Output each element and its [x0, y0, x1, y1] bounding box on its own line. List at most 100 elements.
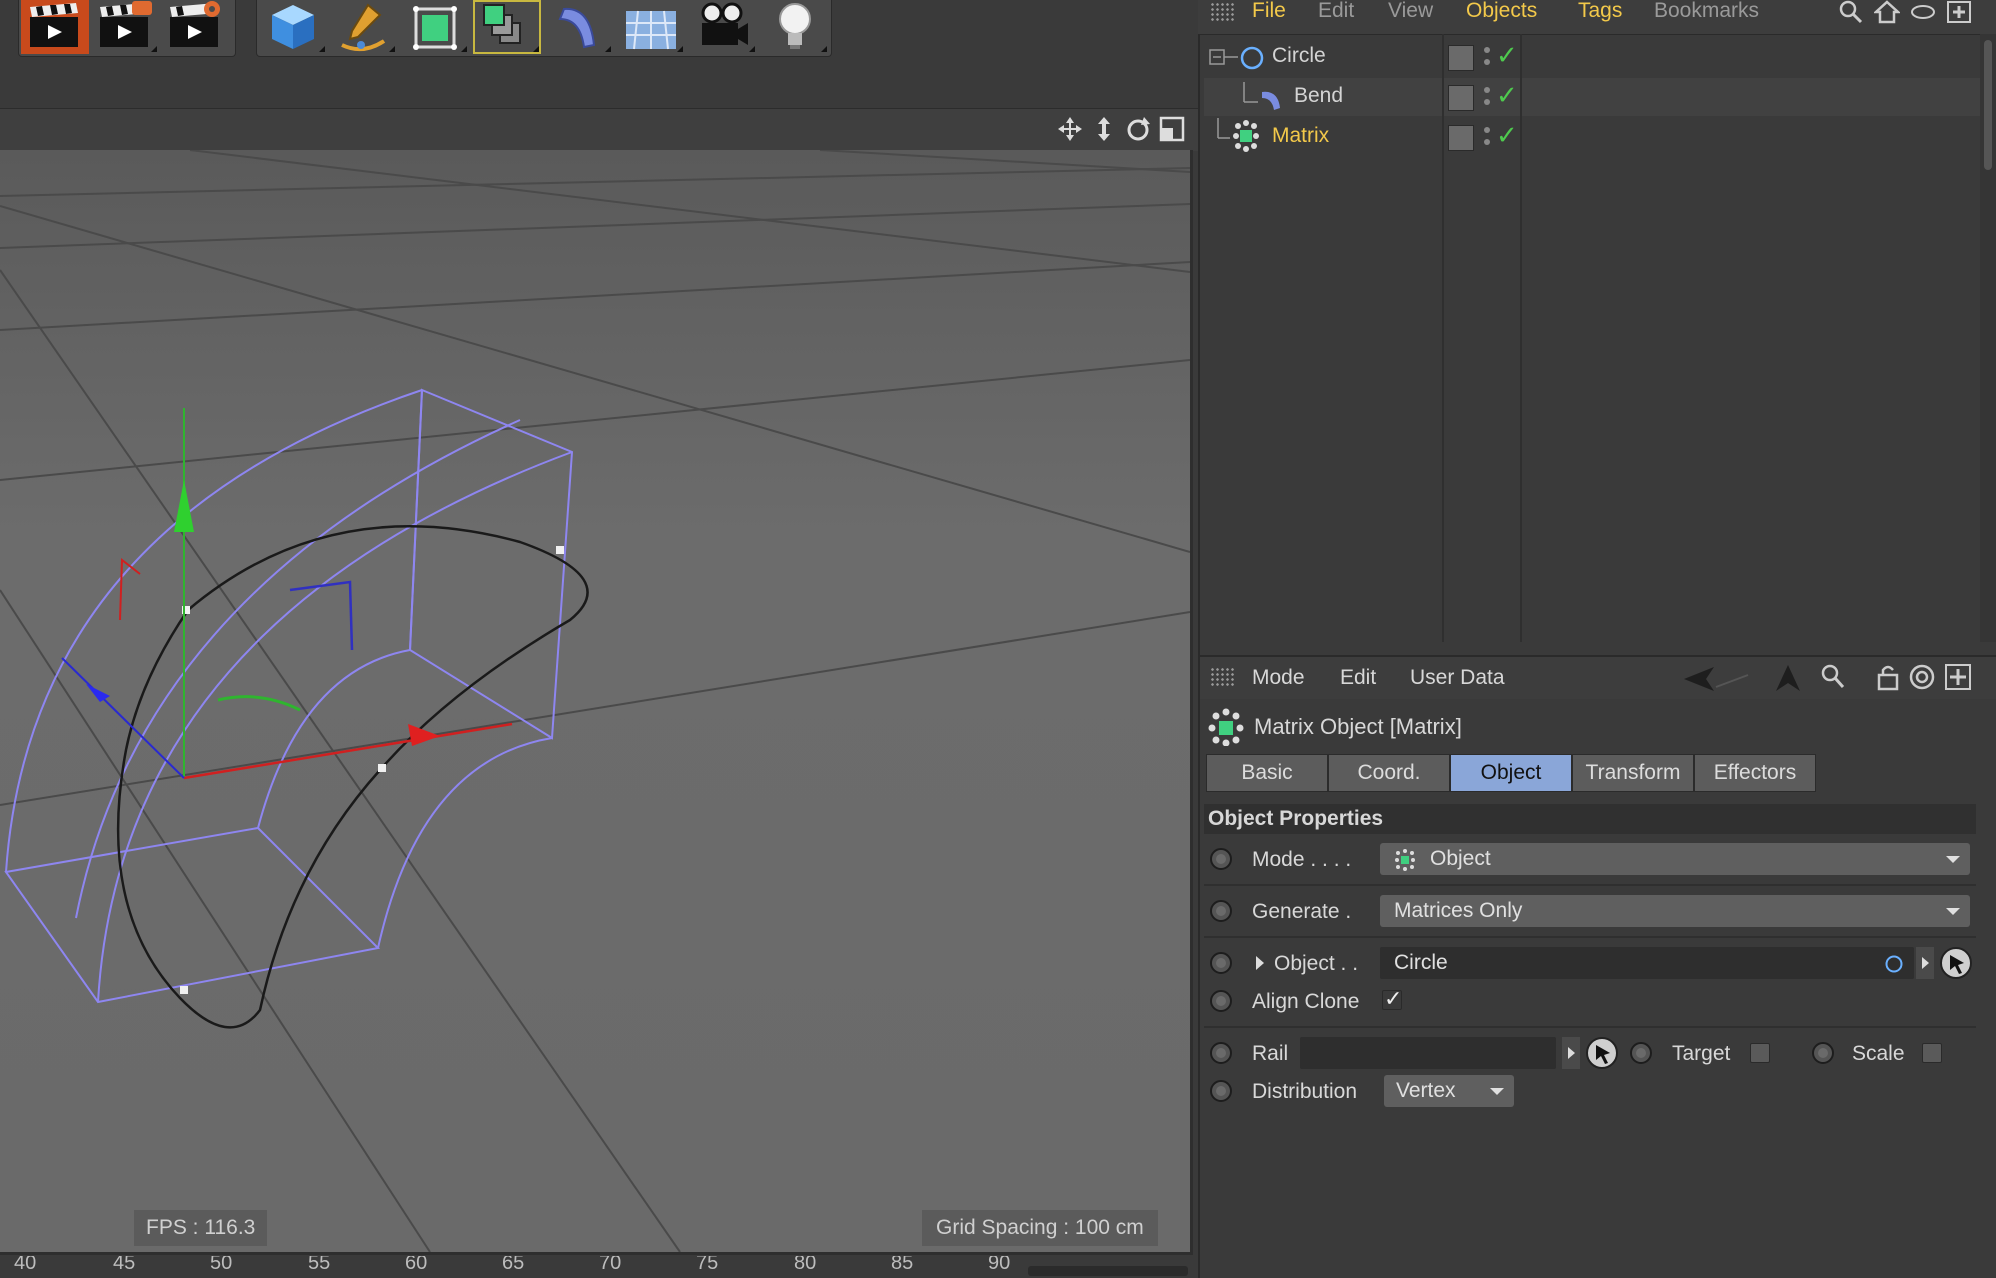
scrollbar-thumb[interactable]	[1984, 40, 1992, 170]
scale-label: Scale	[1852, 1042, 1905, 1065]
section-title: Object Properties	[1208, 807, 1384, 830]
object-row-circle[interactable]: Circle ✓	[1204, 38, 1984, 76]
up-arrow-icon[interactable]	[1774, 663, 1802, 693]
tab-coord[interactable]: Coord.	[1328, 754, 1450, 792]
scale-animate-radio[interactable]	[1812, 1042, 1834, 1064]
timeline-scrollbar[interactable]	[1028, 1266, 1188, 1276]
render-toolbar-group	[18, 0, 236, 57]
object-name[interactable]: Matrix	[1272, 124, 1329, 148]
menu-objects[interactable]: Objects	[1466, 0, 1537, 22]
clapperboard-gear-icon	[170, 1, 220, 47]
visibility-dots-icon[interactable]	[1482, 84, 1492, 110]
enabled-check-icon[interactable]: ✓	[1496, 80, 1518, 111]
tree-collapse-icon[interactable]	[1208, 44, 1268, 72]
target-animate-radio[interactable]	[1630, 1042, 1652, 1064]
visibility-dots-icon[interactable]	[1482, 44, 1492, 70]
move-view-icon[interactable]	[1056, 115, 1084, 143]
align-clone-checkbox[interactable]: ✓	[1382, 986, 1402, 1011]
tab-object[interactable]: Object	[1450, 754, 1572, 792]
rail-link-field[interactable]	[1300, 1037, 1556, 1069]
enabled-check-icon[interactable]: ✓	[1496, 120, 1518, 151]
timeline-tick: 55	[308, 1256, 331, 1274]
visibility-dots-icon[interactable]	[1482, 124, 1492, 150]
eye-icon[interactable]	[1910, 2, 1936, 22]
object-name[interactable]: Circle	[1272, 44, 1326, 68]
distribution-value: Vertex	[1396, 1079, 1456, 1102]
rotate-view-icon[interactable]	[1124, 115, 1152, 143]
enabled-check-icon[interactable]: ✓	[1496, 40, 1518, 71]
object-row-matrix[interactable]: Matrix ✓	[1204, 118, 1984, 156]
menu-user-data[interactable]: User Data	[1410, 667, 1505, 689]
timeline-tick: 65	[502, 1256, 525, 1274]
light-button[interactable]	[761, 0, 829, 54]
menu-edit[interactable]: Edit	[1340, 667, 1376, 689]
timeline-tick: 90	[988, 1256, 1011, 1274]
timeline-tick: 75	[696, 1256, 719, 1274]
mode-dropdown[interactable]: Object	[1380, 843, 1970, 875]
lock-icon[interactable]	[1876, 663, 1900, 691]
camera-button[interactable]	[689, 0, 757, 54]
layer-swatch[interactable]	[1448, 125, 1474, 151]
deformer-button[interactable]	[545, 0, 613, 54]
cursor-arrow-icon	[1596, 1045, 1610, 1064]
layer-swatch[interactable]	[1448, 85, 1474, 111]
mode-animate-radio[interactable]	[1210, 848, 1232, 870]
target-checkbox[interactable]	[1750, 1043, 1770, 1063]
object-link-field[interactable]: Circle	[1380, 947, 1914, 979]
mode-label: Mode . . . .	[1252, 848, 1352, 871]
generate-label: Generate .	[1252, 900, 1352, 923]
new-panel-icon[interactable]	[1944, 663, 1972, 691]
home-icon[interactable]	[1874, 0, 1900, 24]
panel-grip-icon[interactable]	[1210, 2, 1234, 22]
timeline-tick: 70	[599, 1256, 622, 1274]
back-arrow-icon[interactable]	[1682, 665, 1752, 693]
distribution-dropdown[interactable]: Vertex	[1384, 1075, 1514, 1107]
menu-tags[interactable]: Tags	[1578, 0, 1622, 22]
panel-grip-icon[interactable]	[1210, 667, 1234, 687]
zoom-view-icon[interactable]	[1090, 115, 1118, 143]
target-icon[interactable]	[1908, 663, 1936, 691]
render-settings-button[interactable]	[161, 0, 229, 54]
render-view-button[interactable]	[21, 0, 89, 54]
generate-dropdown[interactable]: Matrices Only	[1380, 895, 1970, 927]
3d-viewport[interactable]	[0, 150, 1193, 1255]
subdivision-surface-button[interactable]	[401, 0, 469, 54]
render-picture-viewer-button[interactable]	[91, 0, 159, 54]
distribution-animate-radio[interactable]	[1210, 1080, 1232, 1102]
camera-icon	[701, 2, 748, 45]
cloner-button[interactable]	[473, 0, 541, 54]
menu-file[interactable]: File	[1252, 0, 1286, 22]
floor-button[interactable]	[617, 0, 685, 54]
new-panel-icon[interactable]	[1946, 0, 1972, 24]
object-link-menu-icon[interactable]	[1916, 947, 1934, 979]
pen-button[interactable]	[329, 0, 397, 54]
object-name[interactable]: Bend	[1294, 84, 1343, 108]
align-clone-animate-radio[interactable]	[1210, 990, 1232, 1012]
rail-link-menu-icon[interactable]	[1562, 1037, 1580, 1069]
timeline-ruler[interactable]: 40 45 50 55 60 65 70 75 80 85 90	[0, 1256, 1198, 1276]
layer-swatch[interactable]	[1448, 45, 1474, 71]
maximize-view-icon[interactable]	[1158, 115, 1186, 143]
tab-transform[interactable]: Transform	[1572, 754, 1694, 792]
menu-bookmarks[interactable]: Bookmarks	[1654, 0, 1759, 22]
menu-edit[interactable]: Edit	[1318, 0, 1354, 22]
scale-checkbox[interactable]	[1922, 1043, 1942, 1063]
timeline-tick: 45	[113, 1256, 136, 1274]
rail-animate-radio[interactable]	[1210, 1042, 1232, 1064]
cube-button[interactable]	[259, 0, 327, 54]
search-icon[interactable]	[1838, 0, 1864, 24]
generate-animate-radio[interactable]	[1210, 900, 1232, 922]
menu-view[interactable]: View	[1388, 0, 1433, 22]
pick-rail-button[interactable]	[1586, 1037, 1618, 1069]
object-animate-radio[interactable]	[1210, 952, 1232, 974]
menu-mode[interactable]: Mode	[1252, 667, 1305, 689]
check-icon: ✓	[1384, 986, 1403, 1011]
pick-object-button[interactable]	[1940, 947, 1972, 979]
column-divider	[1520, 34, 1522, 642]
distribution-label: Distribution	[1252, 1080, 1358, 1103]
tab-effectors[interactable]: Effectors	[1694, 754, 1816, 792]
search-icon[interactable]	[1820, 663, 1846, 691]
object-row-bend[interactable]: Bend ✓	[1204, 78, 1984, 116]
tab-basic[interactable]: Basic	[1206, 754, 1328, 792]
expand-arrow-icon[interactable]	[1254, 954, 1266, 972]
